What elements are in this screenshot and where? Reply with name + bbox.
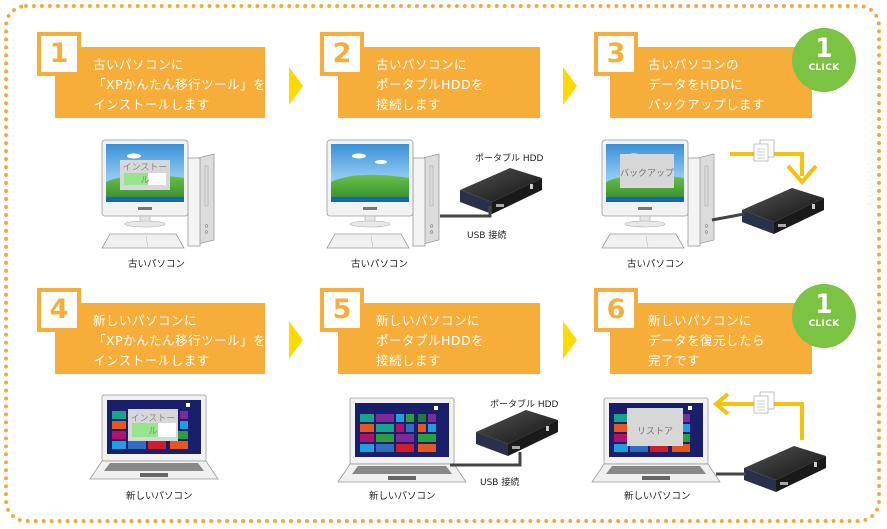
portable-hdd-icon (711, 188, 824, 234)
badge-number: 1 (815, 33, 833, 64)
step-6-description: 新しいパソコンに データを復元したら 完了です (610, 303, 812, 374)
step-6-number: 6 (594, 288, 638, 332)
install-screen-label: インストール (122, 163, 168, 186)
step-2-description: 古いパソコンに ポータブルHDDを 接続します (338, 47, 540, 118)
portable-hdd-icon (716, 446, 826, 492)
old-desktop-pc-icon (326, 139, 440, 249)
install-screen-label: インストール (130, 414, 176, 437)
step-1-line-1: 古いパソコンに (93, 57, 185, 72)
step-5-line-2: ポータブルHDDを (376, 333, 485, 348)
step-3-line-2: データをHDDに (648, 77, 744, 92)
step-6-line-2: データを復元したら (648, 333, 766, 348)
portable-hdd-icon (450, 410, 558, 467)
usb-connection-label: USB 接続 (480, 478, 520, 488)
next-arrow-icon (289, 321, 303, 359)
step-5-number: 5 (320, 288, 364, 332)
old-pc-caption: 古いパソコン (627, 259, 685, 270)
step-1-number: 1 (37, 32, 81, 76)
one-click-badge: 1 CLICK (792, 28, 856, 92)
portable-hdd-icon (440, 168, 542, 218)
step-3-line-1: 古いパソコンの (648, 57, 740, 72)
step-5-line-3: 接続します (376, 353, 442, 368)
restore-screen-label: リストア (636, 427, 673, 437)
step-4-line-3: インストールします (93, 353, 210, 368)
old-desktop-pc-icon (601, 139, 715, 249)
step-5-line-1: 新しいパソコンに (376, 313, 481, 328)
step-2-line-3: 接続します (376, 97, 442, 112)
step-4-number: 4 (37, 288, 81, 332)
new-pc-caption: 新しいパソコン (624, 491, 691, 502)
step-2-line-2: ポータブルHDDを (376, 77, 485, 92)
step-1-line-2: 「XPかんたん移行ツール」を (93, 77, 267, 92)
backup-screen-label: バックアップ (620, 169, 675, 179)
step-5-description: 新しいパソコンに ポータブルHDDを 接続します (338, 303, 540, 374)
step-2-line-1: 古いパソコンに (376, 57, 468, 72)
step-3-description: 古いパソコンの データをHDDに バックアップします (610, 47, 812, 118)
next-arrow-icon (289, 67, 303, 105)
old-desktop-pc-icon (101, 139, 215, 249)
usb-connection-label: USB 接続 (467, 231, 507, 241)
badge-label: CLICK (808, 63, 840, 73)
step-3-number: 3 (594, 32, 638, 76)
step-1-description: 古いパソコンに 「XPかんたん移行ツール」を インストールします (55, 47, 267, 118)
old-pc-caption: 古いパソコン (351, 259, 409, 270)
step-2-number: 2 (320, 32, 364, 76)
old-pc-caption: 古いパソコン (128, 259, 186, 270)
new-pc-caption: 新しいパソコン (369, 491, 436, 502)
new-laptop-pc-icon (591, 397, 721, 483)
restore-flow-arrow-icon (712, 391, 804, 440)
backup-flow-arrow-icon (730, 139, 818, 186)
step-6-line-3: 完了です (648, 353, 701, 368)
step-6-line-1: 新しいパソコンに (648, 313, 753, 328)
new-laptop-pc-icon (337, 397, 467, 483)
next-arrow-icon (563, 321, 577, 359)
hdd-label: ポータブル HDD (475, 154, 544, 164)
step-4-description: 新しいパソコンに 「XPかんたん移行ツール」を インストールします (55, 303, 267, 374)
step-4-line-1: 新しいパソコンに (93, 313, 198, 328)
badge-number: 1 (815, 289, 833, 320)
hdd-label: ポータブル HDD (490, 400, 559, 410)
new-pc-caption: 新しいパソコン (126, 491, 193, 502)
next-arrow-icon (563, 67, 577, 105)
step-3-line-3: バックアップします (648, 97, 766, 112)
step-1-line-3: インストールします (93, 97, 210, 112)
badge-label: CLICK (808, 319, 840, 329)
new-laptop-pc-icon (89, 394, 219, 480)
one-click-badge: 1 CLICK (792, 284, 856, 348)
step-4-line-2: 「XPかんたん移行ツール」を (93, 333, 267, 348)
